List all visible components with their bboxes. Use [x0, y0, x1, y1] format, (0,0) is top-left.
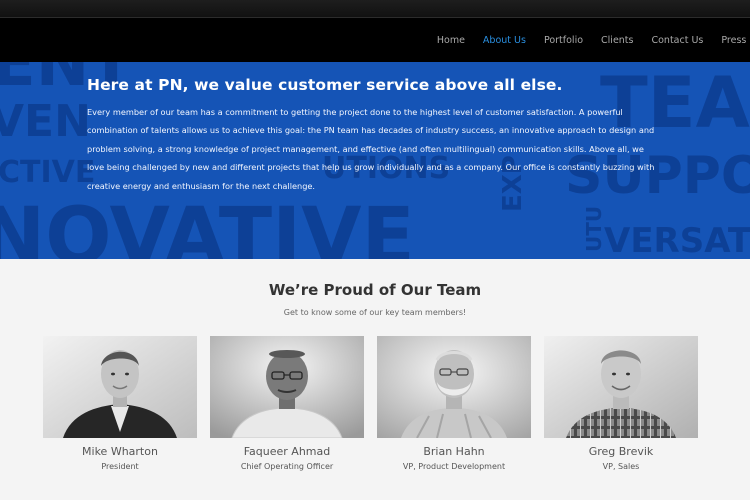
site-header: Home About Us Portfolio Clients Contact … [0, 18, 750, 62]
team-member-card[interactable]: Greg Brevik VP, Sales [544, 336, 698, 471]
about-hero: ENT VEN CTIVE NOVATIVE UTIONS TEA SUPPO … [0, 62, 750, 259]
team-member-card[interactable]: Mike Wharton President [43, 336, 197, 471]
member-photo[interactable] [210, 336, 364, 438]
team-member-card[interactable]: Faqueer Ahmad Chief Operating Officer [210, 336, 364, 471]
top-strip [0, 0, 750, 18]
nav-item-portfolio[interactable]: Portfolio [544, 35, 583, 46]
member-photo[interactable] [43, 336, 197, 438]
member-role: VP, Sales [602, 462, 640, 471]
main-nav: Home About Us Portfolio Clients Contact … [437, 18, 750, 62]
nav-item-about-us[interactable]: About Us [483, 35, 526, 46]
member-name: Greg Brevik [588, 445, 654, 458]
team-subtitle: Get to know some of our key team members… [283, 308, 467, 317]
team-section: We’re Proud of Our Team Get to know some… [0, 259, 750, 500]
hero-title: Here at PN, we value customer service ab… [87, 76, 563, 94]
nav-item-press[interactable]: Press R [721, 35, 750, 46]
member-name: Mike Wharton [82, 445, 158, 458]
nav-item-clients[interactable]: Clients [601, 35, 633, 46]
nav-item-contact-us[interactable]: Contact Us [651, 35, 703, 46]
member-photo[interactable] [544, 336, 698, 438]
team-member-card[interactable]: Brian Hahn VP, Product Development [377, 336, 531, 471]
member-photo[interactable] [377, 336, 531, 438]
member-role: President [101, 462, 139, 471]
member-role: VP, Product Development [402, 462, 506, 471]
hero-bg-word: VERSAT [604, 221, 750, 259]
member-name: Brian Hahn [423, 445, 485, 458]
member-role: Chief Operating Officer [240, 462, 334, 471]
member-name: Faqueer Ahmad [243, 445, 331, 458]
hero-text: Every member of our team has a commitmen… [87, 107, 655, 191]
hero-bg-word: VEN [0, 96, 91, 147]
team-title: We’re Proud of Our Team [268, 281, 482, 299]
hero-bg-word: UTU [582, 205, 606, 252]
hero-bg-word: NOVATIVE [0, 192, 415, 259]
nav-item-home[interactable]: Home [437, 35, 465, 46]
hero-content: Here at PN, we value customer service ab… [87, 76, 662, 195]
hero-bg-word: CTIVE [0, 155, 96, 190]
